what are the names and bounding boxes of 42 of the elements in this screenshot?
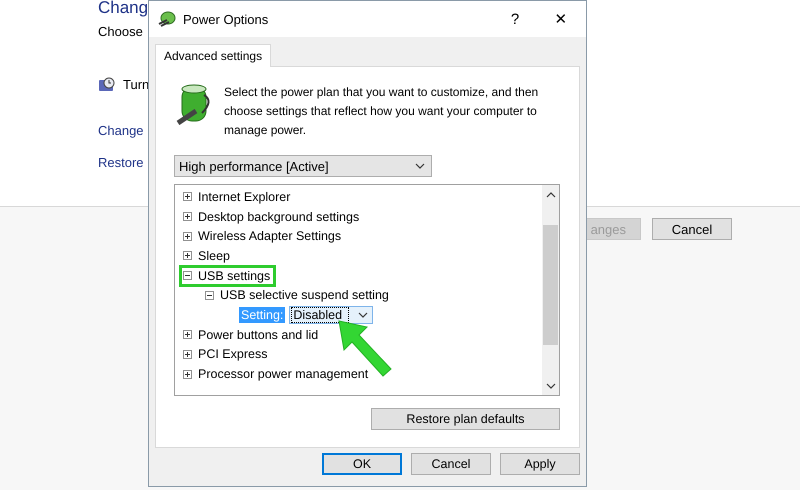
tree-item[interactable]: USB settings <box>198 268 270 283</box>
tree-item[interactable]: Power buttons and lid <box>198 328 318 342</box>
close-button[interactable]: ✕ <box>538 1 584 37</box>
page-title: Chang <box>98 0 148 19</box>
tree-item[interactable]: USB selective suspend setting <box>220 288 389 302</box>
expand-icon[interactable] <box>183 350 192 359</box>
tree-item[interactable]: Sleep <box>198 248 230 263</box>
link-text[interactable]: Turn <box>123 76 150 92</box>
expand-icon[interactable] <box>183 212 192 222</box>
scroll-up-icon[interactable] <box>546 192 556 198</box>
expand-icon[interactable] <box>183 251 192 260</box>
tree-item[interactable]: Internet Explorer <box>198 190 290 204</box>
setting-dropdown[interactable]: Disabled <box>289 306 374 324</box>
dialog-button[interactable]: OK <box>322 453 402 475</box>
scrollbar[interactable] <box>542 185 559 395</box>
settings-link[interactable]: Change <box>98 122 144 138</box>
chevron-down-icon <box>415 163 425 169</box>
collapse-icon[interactable] <box>183 271 192 280</box>
expand-icon[interactable] <box>183 330 192 340</box>
expand-icon[interactable] <box>183 232 192 241</box>
settings-link[interactable]: Restore <box>98 154 144 170</box>
clock-icon <box>98 76 115 92</box>
tree-item[interactable]: PCI Express <box>198 347 268 362</box>
tree-item[interactable]: Wireless Adapter Settings <box>198 229 342 244</box>
page-subtitle: Choose <box>98 24 143 39</box>
restore-defaults-button[interactable]: Restore plan defaults <box>371 408 560 430</box>
chevron-down-icon <box>358 312 368 318</box>
expand-icon[interactable] <box>183 370 192 379</box>
expand-icon[interactable] <box>183 192 192 202</box>
cancel-button[interactable]: Cancel <box>652 218 732 240</box>
scroll-down-icon[interactable] <box>546 383 556 389</box>
dialog-button[interactable]: Apply <box>500 453 580 475</box>
tab[interactable]: Advanced settings <box>155 44 272 67</box>
help-button[interactable]: ? <box>492 1 538 37</box>
collapse-icon[interactable] <box>205 290 214 300</box>
dialog-button[interactable]: Cancel <box>411 453 491 475</box>
description-text: Select the power plan that you want to customize, and then choose settings that reflect how you want your computer to manage power. <box>224 84 540 139</box>
tree-item[interactable]: Desktop background settings <box>198 210 360 224</box>
plan-dropdown[interactable]: High performance [Active] <box>174 155 432 177</box>
window-title: Power Options <box>183 12 270 26</box>
battery-plug-icon <box>158 10 178 28</box>
tree-item[interactable]: Processor power management <box>198 367 368 382</box>
